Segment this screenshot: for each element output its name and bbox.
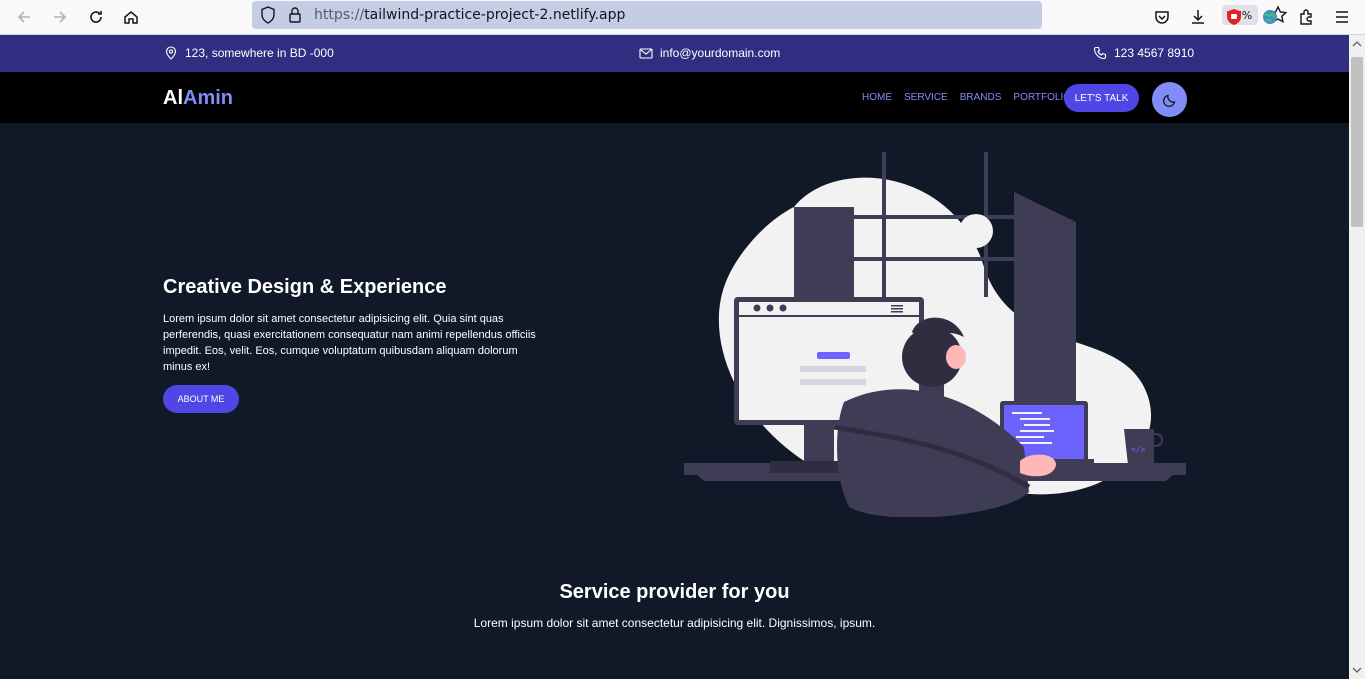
url-scheme: https:// [314,7,365,23]
dark-mode-toggle[interactable] [1152,82,1187,117]
main-navbar: AlAmin HOME SERVICE BRANDS PORTFOLIO LET… [0,72,1349,123]
page-scrollbar[interactable] [1349,35,1365,679]
phone-info: 123 4567 8910 [1093,46,1194,60]
site-logo[interactable]: AlAmin [163,87,233,110]
hamburger-menu-icon [1336,11,1348,23]
scroll-up-arrow-icon[interactable] [1352,39,1362,49]
home-button[interactable] [119,5,143,29]
moon-icon [1162,94,1175,107]
download-icon [1192,10,1204,24]
extensions-button[interactable] [1294,5,1318,29]
scroll-down-arrow-icon[interactable] [1352,665,1362,675]
home-icon [124,11,138,24]
services-title: Service provider for you [559,581,790,603]
email-text: info@yourdomain.com [660,46,781,60]
lock-icon[interactable] [288,6,302,24]
nav-links: HOME SERVICE BRANDS PORTFOLIO [862,92,1071,103]
location-pin-icon [165,46,177,60]
address-text: 123, somewhere in BD -000 [185,46,334,60]
puzzle-icon [1300,9,1312,25]
nav-link-brands[interactable]: BRANDS [960,92,1002,103]
scroll-thumb[interactable] [1351,57,1363,227]
envelope-icon [639,48,653,59]
logo-first: Al [163,87,183,109]
hero-title: Creative Design & Experience [163,276,447,298]
pocket-button[interactable] [1150,5,1174,29]
nav-link-home[interactable]: HOME [862,92,892,103]
ublock-shield-icon [1227,9,1241,25]
webpage: 123, somewhere in BD -000 info@yourdomai… [0,35,1349,679]
nav-link-portfolio[interactable]: PORTFOLIO [1013,92,1071,103]
reload-button[interactable] [84,5,108,29]
lets-talk-button[interactable]: LET'S TALK [1064,84,1139,112]
ublock-extension-button[interactable] [1222,5,1246,29]
window-panel-right [1014,192,1076,437]
contact-topbar: 123, somewhere in BD -000 info@yourdomai… [0,35,1349,72]
phone-icon [1093,46,1107,60]
downloads-button[interactable] [1186,5,1210,29]
forward-arrow-icon [54,11,67,23]
globe-extension-icon [1263,10,1277,24]
url-host: tailwind-practice-project-2.netlify.app [364,7,626,23]
svg-text:</>: </> [1131,445,1146,454]
url-text[interactable]: https://tailwind-practice-project-2.netl… [314,7,625,23]
pocket-icon [1155,11,1169,24]
address-info: 123, somewhere in BD -000 [164,46,334,60]
developer-illustration: </> [684,152,1186,517]
reload-icon [90,11,102,23]
phone-text: 123 4567 8910 [1114,46,1195,60]
nav-link-service[interactable]: SERVICE [904,92,948,103]
logo-second: Amin [183,87,233,109]
browser-toolbar: https://tailwind-practice-project-2.netl… [0,0,1365,35]
url-bar[interactable]: https://tailwind-practice-project-2.netl… [252,1,1288,29]
email-info: info@yourdomain.com [639,46,780,60]
back-button[interactable] [12,5,36,29]
menu-button[interactable] [1330,5,1354,29]
services-description: Lorem ipsum dolor sit amet consectetur a… [473,616,876,630]
tracking-shield-icon[interactable] [260,6,276,24]
back-arrow-icon [17,11,30,23]
forward-button[interactable] [48,5,72,29]
globe-extension-button[interactable] [1258,5,1282,29]
about-me-button[interactable]: ABOUT ME [163,385,239,413]
hero-description: Lorem ipsum dolor sit amet consectetur a… [163,313,536,373]
